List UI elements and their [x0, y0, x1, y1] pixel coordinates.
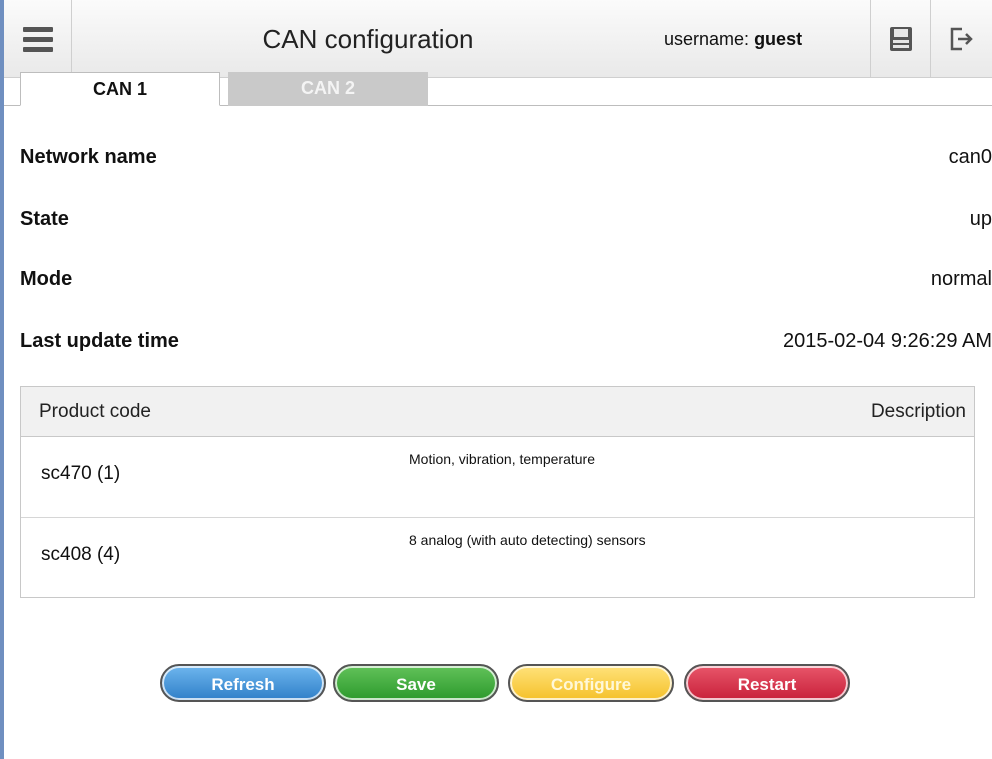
- mode-value: normal: [930, 268, 992, 290]
- network-name-value: can0: [948, 146, 992, 168]
- left-border: [0, 0, 4, 759]
- network-name-label: Network name: [20, 146, 157, 168]
- table-row[interactable]: sc408 (4) 8 analog (with auto detecting)…: [21, 517, 974, 597]
- action-bar: Refresh Save Configure Restart: [160, 664, 850, 704]
- product-description-cell: Motion, vibration, temperature: [409, 451, 595, 467]
- tab-can2[interactable]: CAN 2: [228, 72, 428, 106]
- product-code-cell: sc408 (4): [41, 544, 121, 565]
- refresh-button[interactable]: Refresh: [160, 664, 326, 702]
- restart-button[interactable]: Restart: [684, 664, 850, 702]
- tab-can1[interactable]: CAN 1: [20, 72, 220, 106]
- table-row[interactable]: sc470 (1) Motion, vibration, temperature: [21, 437, 974, 517]
- state-value: up: [969, 208, 992, 230]
- info-row-mode: Mode normal: [20, 268, 992, 298]
- page-title: CAN configuration: [262, 24, 474, 54]
- mode-label: Mode: [20, 268, 73, 290]
- username-label: username:: [664, 29, 750, 49]
- configure-button[interactable]: Configure: [508, 664, 674, 702]
- hamburger-menu-icon[interactable]: [4, 0, 72, 78]
- state-label: State: [20, 208, 69, 230]
- logout-icon[interactable]: [930, 0, 992, 78]
- product-table: Product code Description sc470 (1) Motio…: [20, 386, 975, 598]
- username-value: guest: [754, 29, 803, 49]
- app-header: CAN configuration username: guest: [4, 0, 992, 78]
- save-button[interactable]: Save: [333, 664, 499, 702]
- last-update-label: Last update time: [20, 330, 179, 352]
- info-row-network-name: Network name can0: [20, 146, 992, 176]
- info-row-last-update: Last update time 2015-02-04 9:26:29 AM: [20, 330, 992, 360]
- product-description-cell: 8 analog (with auto detecting) sensors: [409, 532, 646, 548]
- tab-bar: CAN 1 CAN 2: [4, 72, 992, 106]
- username-display: username: guest: [664, 0, 870, 78]
- info-row-state: State up: [20, 208, 992, 238]
- column-header-product-code[interactable]: Product code: [39, 401, 151, 423]
- last-update-value: 2015-02-04 9:26:29 AM: [782, 330, 992, 352]
- product-table-header: Product code Description: [21, 387, 974, 437]
- floppy-disk-icon[interactable]: [870, 0, 930, 78]
- product-code-cell: sc470 (1): [41, 463, 121, 484]
- column-header-description[interactable]: Description: [871, 401, 966, 423]
